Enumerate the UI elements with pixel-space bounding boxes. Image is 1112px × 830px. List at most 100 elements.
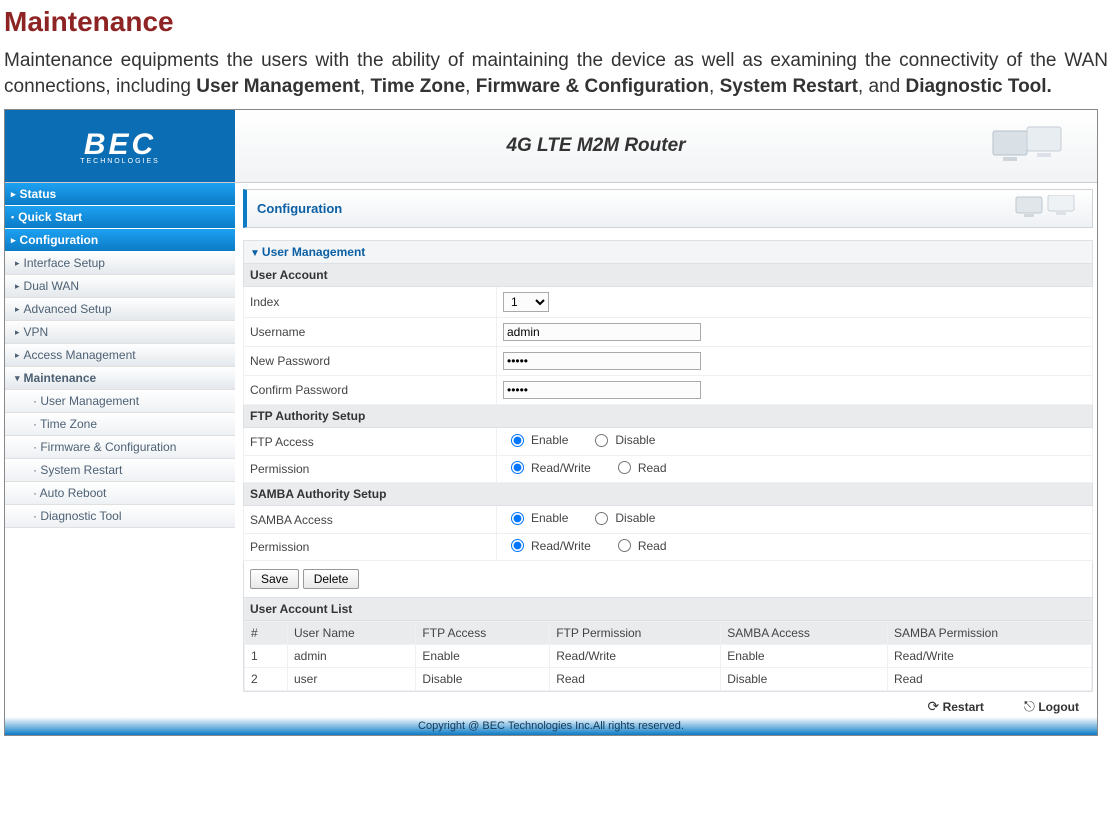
enable-label: Enable bbox=[531, 433, 568, 447]
sidebar-item-vpn[interactable]: ▸ VPN bbox=[5, 321, 235, 344]
ftp-permission-label: Permission bbox=[244, 455, 497, 483]
restart-button[interactable]: ⟳ Restart bbox=[927, 698, 983, 715]
sidebar: ▸ Status • Quick Start ▸ Configuration ▸… bbox=[5, 183, 235, 528]
username-label: Username bbox=[244, 318, 497, 347]
sidebar-item-status[interactable]: ▸ Status bbox=[5, 183, 235, 206]
chevron-right-icon: ▸ bbox=[11, 235, 16, 246]
sidebar-label: Status bbox=[20, 187, 57, 201]
chevron-down-icon: ▾ bbox=[15, 373, 20, 384]
sidebar-item-time-zone[interactable]: · Time Zone bbox=[5, 413, 235, 436]
user-account-list-table: # User Name FTP Access FTP Permission SA… bbox=[244, 621, 1092, 691]
content-panel: Configuration ▼User Management User Acco… bbox=[235, 183, 1097, 717]
ftp-access-label: FTP Access bbox=[244, 428, 497, 456]
samba-access-label: SAMBA Access bbox=[244, 506, 497, 534]
chevron-right-icon: ▸ bbox=[11, 189, 16, 200]
sidebar-item-firmware-configuration[interactable]: · Firmware & Configuration bbox=[5, 436, 235, 459]
intro-bold-2: Time Zone bbox=[370, 76, 465, 97]
new-password-input[interactable] bbox=[503, 352, 701, 370]
restart-icon: ⟳ bbox=[927, 698, 939, 714]
sidebar-label: Access Management bbox=[24, 348, 136, 362]
sidebar-item-diagnostic-tool[interactable]: · Diagnostic Tool bbox=[5, 505, 235, 528]
sidebar-label: VPN bbox=[24, 325, 49, 339]
user-account-list-header: User Account List bbox=[244, 598, 1093, 621]
user-account-header: User Account bbox=[244, 264, 1093, 287]
chevron-right-icon: ▸ bbox=[15, 304, 20, 315]
samba-access-disable-radio[interactable] bbox=[595, 512, 608, 525]
samba-perm-read-radio[interactable] bbox=[618, 539, 631, 552]
router-header: BEC TECHNOLOGIES 4G LTE M2M Router bbox=[5, 110, 1097, 183]
col-ftp-access: FTP Access bbox=[416, 622, 550, 645]
chevron-right-icon: ▸ bbox=[15, 327, 20, 338]
sidebar-item-auto-reboot[interactable]: · Auto Reboot bbox=[5, 482, 235, 505]
new-password-label: New Password bbox=[244, 347, 497, 376]
disable-label: Disable bbox=[615, 433, 655, 447]
panel-title-text: Configuration bbox=[257, 201, 342, 216]
samba-perm-readwrite-radio[interactable] bbox=[511, 539, 524, 552]
intro-bold-1: User Management bbox=[196, 76, 360, 97]
ftp-access-disable-radio[interactable] bbox=[595, 434, 608, 447]
col-num: # bbox=[245, 622, 288, 645]
footer-bar: ⟳ Restart ⎋ Logout bbox=[243, 692, 1093, 717]
samba-authority-header: SAMBA Authority Setup bbox=[244, 483, 1093, 506]
ftp-perm-readwrite-radio[interactable] bbox=[511, 461, 524, 474]
sidebar-item-user-management[interactable]: · User Management bbox=[5, 390, 235, 413]
logout-icon: ⎋ bbox=[1024, 698, 1035, 714]
sidebar-label: Interface Setup bbox=[24, 256, 105, 270]
product-title: 4G LTE M2M Router bbox=[235, 110, 957, 182]
sidebar-item-access-management[interactable]: ▸ Access Management bbox=[5, 344, 235, 367]
intro-bold-3: Firmware & Configuration bbox=[476, 76, 709, 97]
sidebar-item-configuration[interactable]: ▸ Configuration bbox=[5, 229, 235, 252]
section-title: ▼User Management bbox=[244, 241, 1093, 264]
intro-bold-4: System Restart bbox=[720, 76, 858, 97]
samba-access-enable-radio[interactable] bbox=[511, 512, 524, 525]
bullet-icon: • bbox=[11, 212, 14, 222]
doc-intro: Maintenance equipments the users with th… bbox=[4, 48, 1108, 99]
sidebar-label: Advanced Setup bbox=[24, 302, 112, 316]
sidebar-label: Quick Start bbox=[18, 210, 82, 224]
index-label: Index bbox=[244, 287, 497, 318]
triangle-down-icon: ▼ bbox=[250, 248, 260, 259]
enable-label: Enable bbox=[531, 511, 568, 525]
intro-bold-5: Diagnostic Tool. bbox=[905, 76, 1051, 97]
col-ftp-permission: FTP Permission bbox=[550, 622, 721, 645]
sidebar-label: Dual WAN bbox=[24, 279, 80, 293]
ftp-authority-header: FTP Authority Setup bbox=[244, 405, 1093, 428]
ftp-perm-read-radio[interactable] bbox=[618, 461, 631, 474]
brand-logo: BEC TECHNOLOGIES bbox=[5, 110, 235, 182]
col-username: User Name bbox=[288, 622, 416, 645]
index-select[interactable]: 1 bbox=[503, 292, 549, 312]
col-samba-permission: SAMBA Permission bbox=[888, 622, 1092, 645]
sidebar-item-maintenance[interactable]: ▾ Maintenance bbox=[5, 367, 235, 390]
logo-text: BEC bbox=[84, 128, 156, 162]
sidebar-item-advanced-setup[interactable]: ▸ Advanced Setup bbox=[5, 298, 235, 321]
read-label: Read bbox=[638, 539, 667, 553]
ftp-access-enable-radio[interactable] bbox=[511, 434, 524, 447]
logo-subtext: TECHNOLOGIES bbox=[80, 158, 160, 165]
sidebar-item-system-restart[interactable]: · System Restart bbox=[5, 459, 235, 482]
sidebar-item-dual-wan[interactable]: ▸ Dual WAN bbox=[5, 275, 235, 298]
chevron-right-icon: ▸ bbox=[15, 258, 20, 269]
sidebar-item-quick-start[interactable]: • Quick Start bbox=[5, 206, 235, 229]
confirm-password-label: Confirm Password bbox=[244, 376, 497, 405]
monitor-icon bbox=[1012, 195, 1082, 222]
sidebar-label: Configuration bbox=[20, 233, 99, 247]
logout-button[interactable]: ⎋ Logout bbox=[1024, 698, 1079, 715]
read-label: Read bbox=[638, 461, 667, 475]
save-button[interactable]: Save bbox=[250, 569, 299, 589]
sidebar-label: Maintenance bbox=[24, 371, 97, 385]
chevron-right-icon: ▸ bbox=[15, 281, 20, 292]
delete-button[interactable]: Delete bbox=[303, 569, 360, 589]
router-screenshot: BEC TECHNOLOGIES 4G LTE M2M Router ▸ Sta… bbox=[4, 109, 1098, 736]
readwrite-label: Read/Write bbox=[531, 539, 591, 553]
confirm-password-input[interactable] bbox=[503, 381, 701, 399]
doc-heading: Maintenance bbox=[4, 6, 1108, 38]
samba-permission-label: Permission bbox=[244, 533, 497, 561]
table-row[interactable]: 2 user Disable Read Disable Read bbox=[245, 668, 1092, 691]
username-input[interactable] bbox=[503, 323, 701, 341]
copyright-bar: Copyright @ BEC Technologies Inc.All rig… bbox=[5, 717, 1097, 735]
chevron-right-icon: ▸ bbox=[15, 350, 20, 361]
table-row[interactable]: 1 admin Enable Read/Write Enable Read/Wr… bbox=[245, 645, 1092, 668]
sidebar-item-interface-setup[interactable]: ▸ Interface Setup bbox=[5, 252, 235, 275]
panel-titlebar: Configuration bbox=[243, 189, 1093, 228]
col-samba-access: SAMBA Access bbox=[721, 622, 888, 645]
